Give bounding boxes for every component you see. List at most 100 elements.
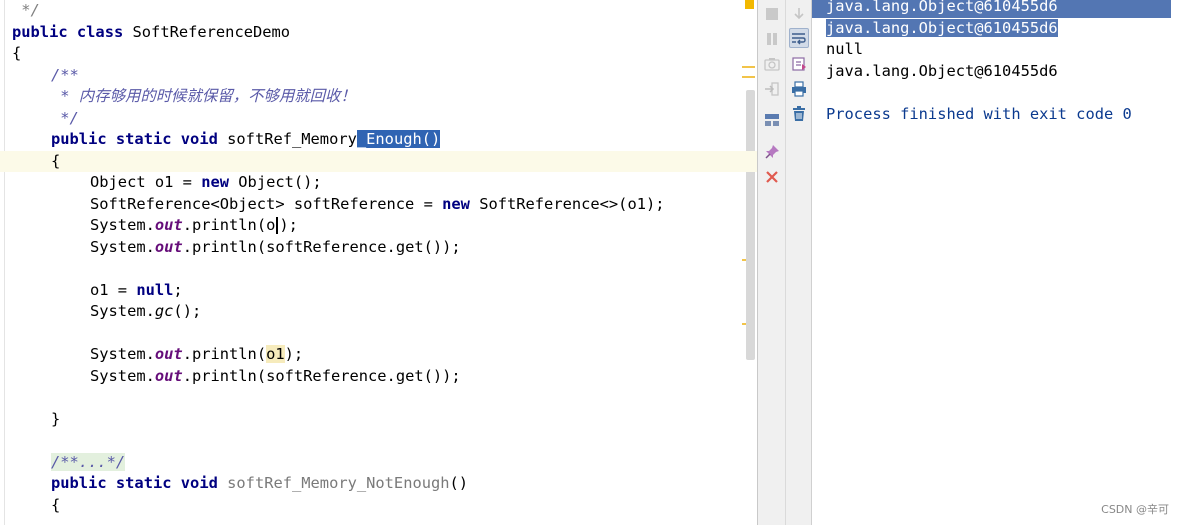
brace: { <box>51 495 61 514</box>
doc-comment: /** <box>51 65 79 84</box>
code-text: (); <box>173 302 202 320</box>
code-text: () <box>449 474 469 492</box>
doc-comment-text: * 内存够用的时候就保留，不够用就回收！ <box>51 87 356 105</box>
code-line: * 内存够用的时候就保留，不够用就回收！ <box>12 86 757 108</box>
method-name: softRef_Memory <box>227 130 357 148</box>
static-field: out <box>154 237 183 256</box>
unused-method-name: softRef_Memory_NotEnough <box>227 474 450 492</box>
watermark: CSDN @辛可 <box>1101 503 1169 516</box>
code-text: softReference.get()); <box>266 237 461 256</box>
folded-doc-comment[interactable]: /**...*/ <box>51 452 126 471</box>
code-line: public static void softRef_Memory_NotEno… <box>12 473 757 495</box>
code-line: System.out.println(o1); <box>12 344 757 366</box>
camera-icon[interactable] <box>762 54 782 74</box>
code-line: */ <box>12 0 757 22</box>
keyword: public <box>12 22 68 41</box>
close-icon[interactable] <box>762 167 782 187</box>
code-text: System. <box>90 345 155 363</box>
highlighted-variable: o1 <box>266 345 285 363</box>
class-name: SoftReferenceDemo <box>132 22 291 41</box>
code-text: .println( <box>182 237 267 256</box>
print-icon[interactable] <box>789 79 809 99</box>
static-method: gc <box>154 302 174 320</box>
pin-icon[interactable] <box>762 142 782 162</box>
code-line: } <box>12 409 757 431</box>
static-field: out <box>154 216 183 234</box>
text-selection[interactable]: _Enough() <box>356 130 441 148</box>
code-line: { <box>12 495 757 517</box>
code-line: o1 = null; <box>12 280 757 302</box>
code-text: System. <box>90 216 155 234</box>
code-line: /**...*/ <box>12 452 757 474</box>
code-text: o <box>266 216 276 234</box>
code-editor[interactable]: */ public class SoftReferenceDemo { /** … <box>0 0 757 525</box>
code-line: */ <box>12 108 757 130</box>
code-text: SoftReference<>(o1); <box>469 194 665 213</box>
pause-icon[interactable] <box>762 29 782 49</box>
console-text[interactable]: java.lang.Object@610455d6 java.lang.Obje… <box>812 0 1171 126</box>
code-line: System.out.println(softReference.get()); <box>12 237 757 259</box>
code-line: System.gc(); <box>12 301 757 323</box>
keyword: public <box>51 474 107 492</box>
code-content[interactable]: */ public class SoftReferenceDemo { /** … <box>0 0 757 517</box>
layout-icon[interactable] <box>762 110 782 130</box>
keyword: void <box>180 130 218 148</box>
keyword: null <box>136 280 174 299</box>
code-line: Object o1 = new Object(); <box>12 172 757 194</box>
code-text: System. <box>90 366 155 385</box>
process-finished-message[interactable]: Process finished with exit code 0 <box>826 104 1171 126</box>
keyword: new <box>442 194 470 213</box>
comment-text: */ <box>12 1 40 19</box>
code-text: ; <box>173 280 183 299</box>
trash-icon[interactable] <box>789 104 809 124</box>
console-line[interactable]: null <box>826 39 1171 61</box>
static-field: out <box>154 366 183 385</box>
keyword: class <box>76 22 124 41</box>
code-line: SoftReference<Object> softReference = ne… <box>12 194 757 216</box>
brace: } <box>51 409 61 428</box>
code-text: SoftReference<Object> softReference = <box>90 194 443 213</box>
code-text: System. <box>90 302 155 320</box>
brace: { <box>12 44 22 62</box>
code-text: System. <box>90 237 155 256</box>
keyword: new <box>201 173 230 191</box>
doc-comment: */ <box>51 108 79 127</box>
soft-wrap-icon[interactable] <box>789 28 809 48</box>
static-field: out <box>154 345 183 363</box>
code-text: softReference.get()); <box>266 366 461 385</box>
code-text: o1 = <box>90 280 137 299</box>
code-line: { <box>12 43 757 65</box>
code-text: Object o1 = <box>90 173 202 191</box>
console-line-selected[interactable]: java.lang.Object@610455d6 <box>826 18 1171 40</box>
code-line: public class SoftReferenceDemo <box>12 22 757 44</box>
exit-icon[interactable] <box>762 79 782 99</box>
scroll-down-icon[interactable] <box>789 4 809 24</box>
code-text: .println( <box>182 216 267 234</box>
code-text: ); <box>279 216 298 234</box>
stop-icon[interactable] <box>762 4 782 24</box>
code-line: System.out.println(o); <box>12 215 757 237</box>
code-line: System.out.println(softReference.get()); <box>12 366 757 388</box>
run-toolbar <box>757 0 812 525</box>
code-text: .println( <box>182 366 267 385</box>
code-line: public static void softRef_Memory_Enough… <box>12 129 757 151</box>
current-line: { <box>0 150 757 172</box>
console-line[interactable]: java.lang.Object@610455d6 <box>826 61 1171 83</box>
code-text: ); <box>284 345 304 363</box>
keyword: void <box>180 474 218 492</box>
editor-gutter <box>4 0 5 525</box>
code-line: /** <box>12 65 757 87</box>
code-text: .println( <box>182 345 267 363</box>
scroll-to-end-icon[interactable] <box>789 54 809 74</box>
keyword: static <box>115 130 172 148</box>
console-line-selected[interactable]: java.lang.Object@610455d6 <box>812 0 1171 18</box>
console-output[interactable]: java.lang.Object@610455d6 java.lang.Obje… <box>812 0 1185 525</box>
console-selection[interactable]: java.lang.Object@610455d6 <box>826 18 1058 37</box>
brace: { <box>51 151 61 170</box>
code-text: Object(); <box>229 173 322 191</box>
